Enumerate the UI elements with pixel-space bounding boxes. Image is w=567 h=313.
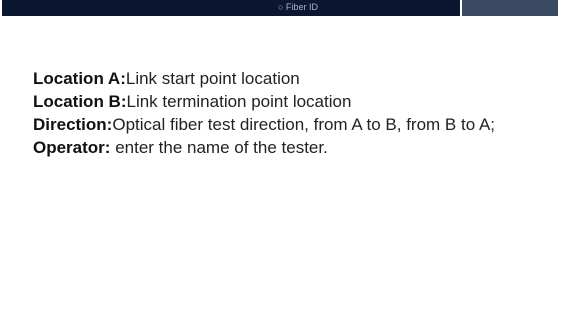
definition-term: Location A:	[33, 69, 126, 88]
definition-term: Location B:	[33, 92, 127, 111]
definitions-list: Location A:Link start point location Loc…	[33, 67, 553, 159]
cropped-screenshot-strip: ○ Fiber ID	[0, 0, 567, 16]
definition-text: Optical fiber test direction, from A to …	[112, 115, 496, 134]
screenshot-dark-panel	[2, 0, 460, 16]
definition-location-b: Location B:Link termination point locati…	[33, 90, 553, 113]
document-page: ○ Fiber ID Location A:Link start point l…	[0, 0, 567, 313]
definition-text: Link start point location	[125, 69, 300, 88]
definition-direction: Direction:Optical fiber test direction, …	[33, 113, 553, 136]
definition-location-a: Location A:Link start point location	[33, 67, 553, 90]
definition-text: Link termination point location	[126, 92, 352, 111]
definition-text: enter the name of the tester.	[110, 138, 328, 157]
screenshot-side-panel	[462, 0, 558, 16]
definition-term: Direction:	[33, 115, 113, 134]
fiber-id-caption: ○ Fiber ID	[278, 2, 318, 12]
definition-term: Operator:	[33, 138, 111, 157]
definition-operator: Operator: enter the name of the tester.	[33, 136, 553, 159]
